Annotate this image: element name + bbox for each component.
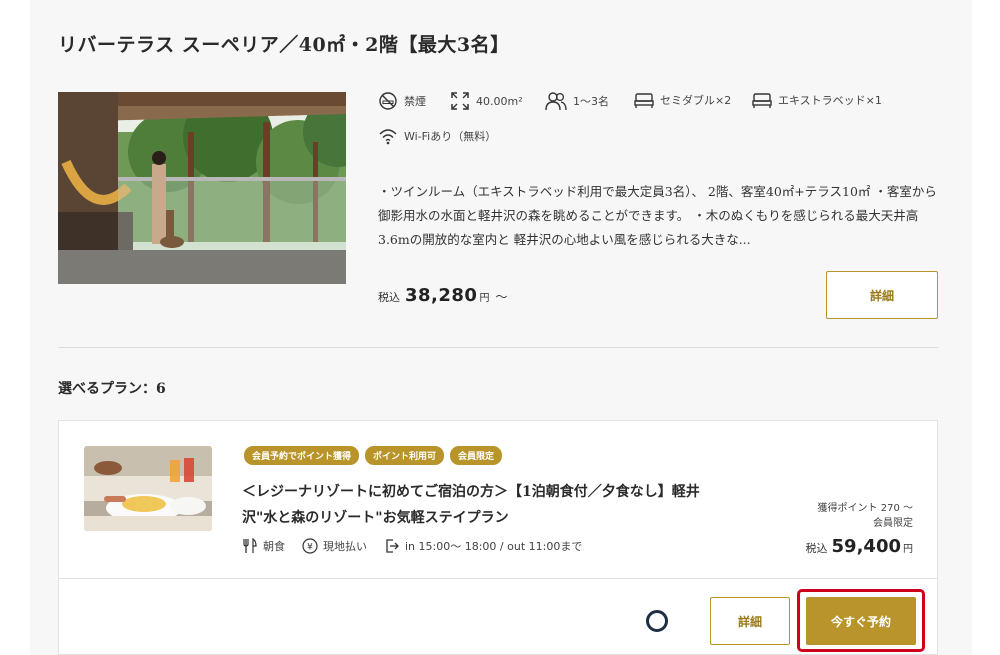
badge-members-only: 会員限定 <box>450 446 503 465</box>
room-title: リバーテラス スーペリア／40㎡・2階【最大3名】 <box>58 34 510 56</box>
plan-payment: ¥ 現地払い <box>302 538 367 554</box>
section-divider <box>58 347 938 348</box>
plan-points-member: 会員限定 <box>873 518 913 529</box>
plan-badges: 会員予約でポイント獲得 ポイント利用可 会員限定 <box>244 446 503 465</box>
amenity-area: 40.00m² <box>450 91 523 111</box>
room-description: ・ツインルーム（エキストラベッド利用で最大定員3名）、 2階、客室40㎡+テラス… <box>378 184 937 247</box>
book-now-button[interactable]: 今すぐ予約 <box>806 597 916 645</box>
bed-icon <box>634 93 654 108</box>
loading-spinner-icon <box>646 610 668 632</box>
room-detail-button[interactable]: 詳細 <box>826 271 938 319</box>
plan-checkin: in 15:00〜 18:00 / out 11:00まで <box>384 538 582 554</box>
plans-count-value: 6 <box>156 381 166 397</box>
room-photo[interactable] <box>58 92 346 284</box>
expand-icon <box>451 92 469 110</box>
wifi-icon <box>379 129 397 145</box>
plan-price-prefix: 税込 <box>805 542 828 555</box>
utensils-icon <box>243 538 257 553</box>
plans-count: 選べるプラン：6 <box>58 378 166 398</box>
amenity-wifi: Wi-Fiあり（無料） <box>378 127 496 145</box>
room-price-prefix: 税込 <box>378 291 400 304</box>
plan-points-earned: 獲得ポイント 270 〜 <box>817 503 913 514</box>
amenity-wifi-label: Wi-Fiあり（無料） <box>404 130 497 143</box>
room-price-unit: 円 <box>479 293 490 304</box>
plan-card-divider <box>59 578 937 579</box>
plan-title[interactable]: ＜レジーナリゾートに初めてご宿泊の方＞【1泊朝食付／夕食なし】軽井沢"水と森のリ… <box>242 479 712 531</box>
amenity-bed-semidouble: セミダブル×2 <box>634 91 731 109</box>
plan-points: 獲得ポイント 270 〜 会員限定 <box>818 501 913 531</box>
no-smoking-icon <box>379 92 397 110</box>
plan-meal-label: 朝食 <box>263 540 285 553</box>
amenity-bed-semidouble-label: セミダブル×2 <box>660 94 732 107</box>
amenity-extra-bed-label: エキストラベッド×1 <box>778 94 882 107</box>
plan-photo[interactable] <box>84 446 212 531</box>
plan-checkin-label: in 15:00〜 18:00 / out 11:00まで <box>405 540 583 553</box>
room-price-value: 38,280 <box>405 285 478 306</box>
room-price-suffix: 〜 <box>495 290 508 304</box>
room-price: 税込 38,280 円 〜 <box>378 285 507 306</box>
plan-price: 税込 59,400 円 <box>806 536 913 557</box>
plan-price-value: 59,400 <box>831 536 901 557</box>
amenity-area-label: 40.00m² <box>476 94 523 108</box>
plan-meal: 朝食 <box>242 538 285 554</box>
amenity-smoking-label: 禁煙 <box>404 95 426 108</box>
badge-use-points: ポイント利用可 <box>365 446 445 465</box>
door-icon <box>386 539 399 553</box>
yen-icon: ¥ <box>302 538 318 554</box>
badge-earn-points: 会員予約でポイント獲得 <box>244 446 360 465</box>
plans-count-label: 選べるプラン： <box>58 381 156 397</box>
plan-payment-label: 現地払い <box>323 540 367 553</box>
amenity-extra-bed: エキストラベッド×1 <box>752 91 882 109</box>
amenity-capacity-label: 1〜3名 <box>573 95 609 108</box>
plan-price-unit: 円 <box>903 544 913 555</box>
people-icon <box>545 92 567 111</box>
svg-text:¥: ¥ <box>307 543 313 553</box>
bed-icon <box>752 93 772 108</box>
plan-detail-button[interactable]: 詳細 <box>710 597 790 645</box>
amenity-capacity: 1〜3名 <box>545 91 609 111</box>
amenity-smoking: 禁煙 <box>378 91 426 111</box>
plan-card: 会員予約でポイント獲得 ポイント利用可 会員限定 ＜レジーナリゾートに初めてご宿… <box>58 420 938 655</box>
